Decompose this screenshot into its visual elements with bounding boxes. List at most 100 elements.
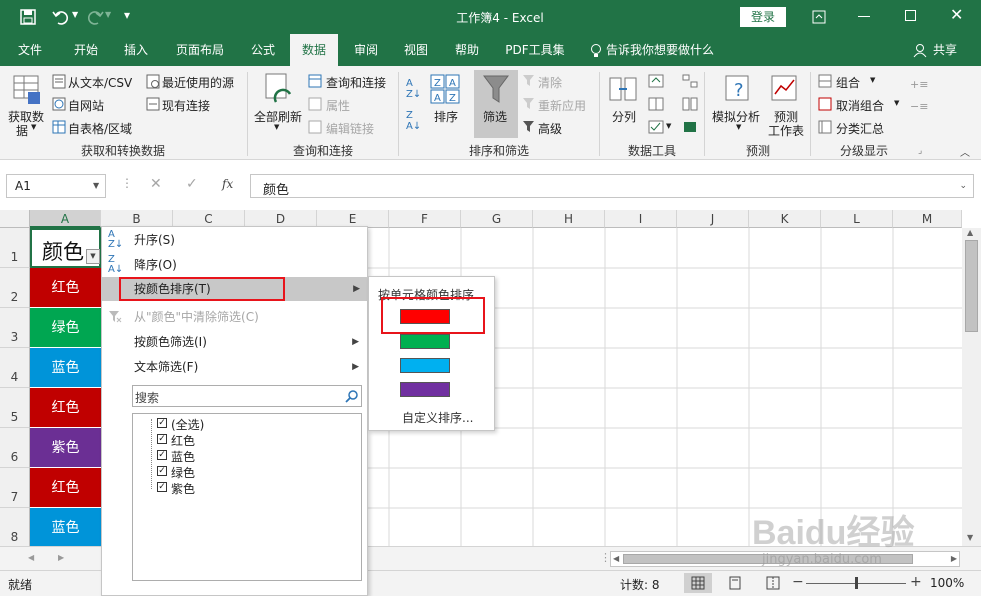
maximize-button[interactable] [905,10,916,21]
tab-review[interactable]: 审阅 [344,34,388,66]
row-header-7[interactable]: 7 [0,468,30,508]
clear-button[interactable]: 清除 [538,74,562,91]
column-header-f[interactable]: F [389,210,461,228]
filter-value-list[interactable]: ✓ (全选) ✓ 红色 ✓ 蓝色 ✓ 绿色 ✓ 紫色 [132,413,362,581]
zoom-in-icon[interactable]: + [910,574,922,590]
properties-button[interactable]: 属性 [326,97,350,114]
data-model-icon[interactable] [682,120,698,134]
row-header-5[interactable]: 5 [0,388,30,428]
menu-filter-by-color[interactable]: 按颜色筛选(I) ▶ [102,330,367,354]
edit-links-button[interactable]: 编辑链接 [326,120,374,137]
cancel-formula-icon[interactable]: ✕ [150,176,162,192]
tab-help[interactable]: 帮助 [446,34,488,66]
redo-icon[interactable] [86,9,104,25]
page-break-view-icon[interactable] [766,576,780,590]
checkbox-checked-icon[interactable]: ✓ [157,450,167,460]
insert-function-icon[interactable]: fx [222,177,233,191]
row-header-6[interactable]: 6 [0,428,30,468]
sort-az-icon[interactable]: A Z↓ [406,78,421,100]
color-swatch-green[interactable] [400,334,450,349]
row-header-8[interactable]: 8 [0,508,30,546]
collapse-ribbon-icon[interactable]: ︿ [960,144,970,159]
group-button[interactable]: 组合 [836,74,860,91]
page-layout-view-icon[interactable] [728,576,742,590]
menu-sort-descending[interactable]: Z A↓ 降序(O) [102,253,367,277]
checkbox-checked-icon[interactable]: ✓ [157,466,167,476]
data-validation-dropdown-icon[interactable]: ▼ [666,122,671,130]
tab-page-layout[interactable]: 页面布局 [166,34,234,66]
row-header-4[interactable]: 4 [0,348,30,388]
login-button[interactable]: 登录 [740,7,786,27]
data-validation-icon[interactable] [648,120,664,134]
share-button[interactable]: 共享 [930,34,960,66]
tab-pdf-tools[interactable]: PDF工具集 [496,34,574,66]
select-all-corner[interactable] [0,210,30,228]
close-button[interactable]: ✕ [950,5,963,24]
tab-home[interactable]: 开始 [62,34,110,66]
refresh-dropdown-icon[interactable]: ▼ [274,123,279,131]
zoom-slider-thumb[interactable] [855,577,858,589]
cell-a3[interactable]: 绿色 [30,308,101,348]
consolidate-icon[interactable] [682,74,698,88]
queries-connections-button[interactable]: 查询和连接 [326,74,386,91]
zoom-level[interactable]: 100% [930,576,964,590]
cell-a8[interactable]: 蓝色 [30,508,101,546]
cell-a5[interactable]: 红色 [30,388,101,428]
show-detail-icon[interactable]: +≡ −≡ [910,74,928,118]
filter-search-box[interactable]: 搜索 [132,385,362,407]
text-to-columns-button[interactable]: 分列 [612,108,636,125]
from-text-csv-button[interactable]: 从文本/CSV [68,74,132,91]
recent-sources-button[interactable]: 最近使用的源 [162,74,234,91]
tab-insert[interactable]: 插入 [114,34,158,66]
tab-data[interactable]: 数据 [290,34,338,66]
vertical-scroll-thumb[interactable] [965,240,978,332]
menu-text-filters[interactable]: 文本筛选(F) ▶ [102,355,367,379]
checkbox-checked-icon[interactable]: ✓ [157,418,167,428]
vertical-scrollbar[interactable]: ▲ ▼ [962,228,981,546]
undo-dropdown-icon[interactable]: ▼ [72,10,78,19]
custom-sort-item[interactable]: 自定义排序... [402,409,473,426]
color-swatch-blue[interactable] [400,358,450,373]
from-web-button[interactable]: 自网站 [68,97,104,114]
checkbox-checked-icon[interactable]: ✓ [157,434,167,444]
sort-za-icon[interactable]: Z A↓ [406,110,421,132]
cell-a6[interactable]: 紫色 [30,428,101,468]
advanced-button[interactable]: 高级 [538,120,562,137]
row-header-3[interactable]: 3 [0,308,30,348]
row-header-2[interactable]: 2 [0,268,30,308]
sheet-scroll-right-icon[interactable]: ▶ [58,553,64,562]
menu-clear-filter[interactable]: 从"颜色"中清除筛选(C) [102,305,367,329]
menu-sort-ascending[interactable]: A Z↓ 升序(S) [102,228,367,252]
scroll-up-icon[interactable]: ▲ [967,228,973,237]
checkbox-checked-icon[interactable]: ✓ [157,482,167,492]
column-header-g[interactable]: G [461,210,533,228]
tab-view[interactable]: 视图 [394,34,438,66]
column-header-a[interactable]: A [30,210,101,228]
get-data-dropdown-icon[interactable]: ▼ [31,123,36,131]
column-header-h[interactable]: H [533,210,605,228]
redo-dropdown-icon[interactable]: ▼ [105,10,111,19]
relationships-icon[interactable] [682,97,698,111]
column-header-m[interactable]: M [893,210,962,228]
formula-input[interactable]: 颜色 ⌄ [250,174,974,198]
cell-a1[interactable]: 颜色 ▼ [30,228,101,268]
hscroll-left-icon[interactable]: ◀ [613,554,619,563]
hscroll-right-icon[interactable]: ▶ [951,554,957,563]
from-table-button[interactable]: 自表格/区域 [68,120,132,137]
ungroup-dropdown-icon[interactable]: ▼ [894,99,899,107]
save-icon[interactable] [20,9,36,25]
ungroup-button[interactable]: 取消组合 [836,97,884,114]
cell-a4[interactable]: 蓝色 [30,348,101,388]
minimize-button[interactable] [858,16,870,17]
name-box-dropdown-icon[interactable]: ▼ [93,181,99,190]
group-dropdown-icon[interactable]: ▼ [870,76,875,84]
tell-me-search[interactable]: 告诉我你想要做什么 [606,34,724,66]
color-swatch-purple[interactable] [400,382,450,397]
expand-formula-bar-icon[interactable]: ⌄ [959,181,967,191]
cell-a7[interactable]: 红色 [30,468,101,508]
column-header-j[interactable]: J [677,210,749,228]
tab-formulas[interactable]: 公式 [242,34,284,66]
remove-duplicates-icon[interactable] [648,97,664,111]
outline-dialog-launcher-icon[interactable]: ⌟ [918,146,922,156]
sheet-scroll-left-icon[interactable]: ◀ [28,553,34,562]
